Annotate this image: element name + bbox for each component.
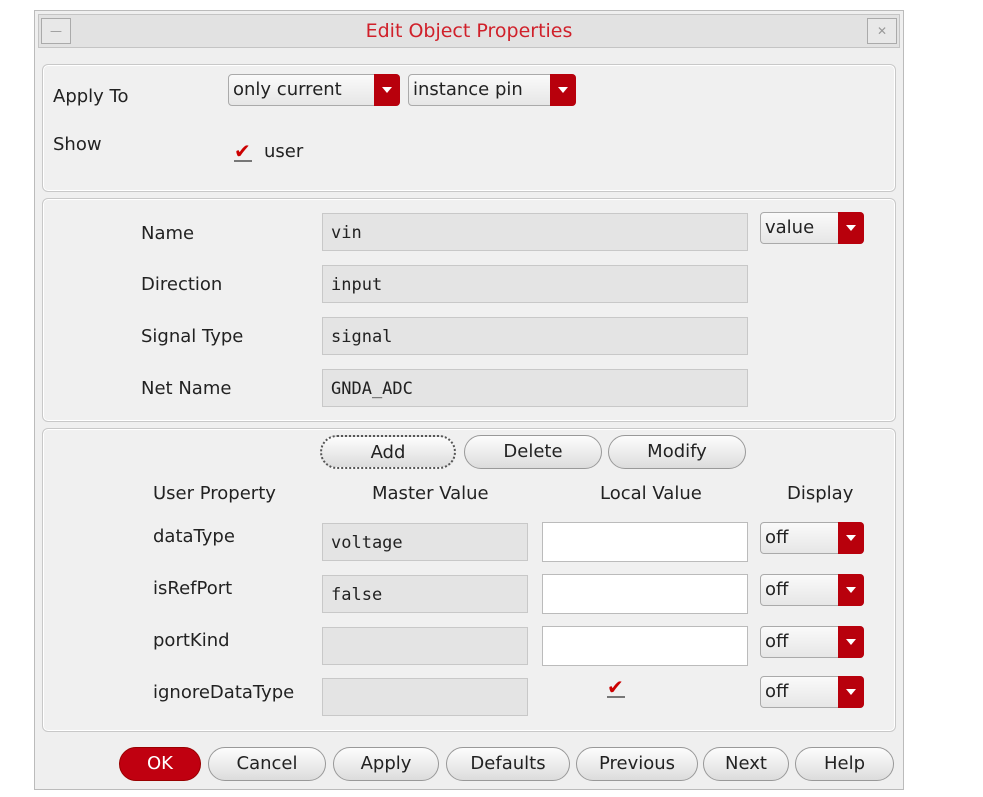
attr-mode-select[interactable]: value [760,212,864,244]
chevron-down-icon [550,74,576,106]
direction-field[interactable]: input [322,265,748,303]
display-value: off [765,527,789,548]
name-field[interactable]: vin [322,213,748,251]
display-select[interactable]: off [760,676,864,708]
ok-button[interactable]: OK [119,747,201,781]
cancel-button[interactable]: Cancel [208,747,326,781]
master-value [322,627,528,665]
chevron-down-icon [374,74,400,106]
display-select[interactable]: off [760,574,864,606]
prop-name: isRefPort [153,578,233,599]
chevron-down-icon [838,574,864,606]
next-button[interactable]: Next [703,747,789,781]
net-name-field[interactable]: GNDA_ADC [322,369,748,407]
master-value [322,678,528,716]
header-display: Display [787,483,854,504]
add-button[interactable]: Add [320,435,456,469]
delete-button[interactable]: Delete [464,435,602,469]
display-value: off [765,631,789,652]
apply-type-select[interactable]: instance pin [408,74,576,106]
attr-label-direction: Direction [141,274,223,295]
display-select[interactable]: off [760,522,864,554]
local-value-input[interactable] [542,522,748,562]
attr-label-name: Name [141,223,195,244]
apply-scope-value: only current [233,79,342,100]
apply-to-label: Apply To [53,86,129,107]
show-user-checkbox[interactable]: ✔ [234,141,252,162]
defaults-button[interactable]: Defaults [446,747,570,781]
attr-mode-value: value [765,217,815,238]
window-title: Edit Object Properties [365,20,573,42]
modify-button[interactable]: Modify [608,435,746,469]
previous-button[interactable]: Previous [576,747,698,781]
header-user-property: User Property [153,483,276,504]
display-value: off [765,681,789,702]
local-value-input[interactable] [542,574,748,614]
master-value: false [322,575,528,613]
attr-label-net-name: Net Name [141,378,232,399]
prop-name: dataType [153,526,235,547]
prop-name: portKind [153,630,230,651]
help-button[interactable]: Help [795,747,894,781]
apply-type-value: instance pin [413,79,523,100]
display-value: off [765,579,789,600]
master-value: voltage [322,523,528,561]
show-user-label: user [264,141,304,162]
header-master-value: Master Value [372,483,489,504]
apply-button[interactable]: Apply [333,747,439,781]
local-value-input[interactable] [542,626,748,666]
chevron-down-icon [838,522,864,554]
chevron-down-icon [838,212,864,244]
close-button[interactable]: ✕ [867,18,897,44]
prop-name: ignoreDataType [153,682,295,703]
display-select[interactable]: off [760,626,864,658]
title-bar[interactable]: — Edit Object Properties ✕ [38,14,900,48]
signal-type-field[interactable]: signal [322,317,748,355]
show-label: Show [53,134,102,155]
attr-label-signal-type: Signal Type [141,326,244,347]
chevron-down-icon [838,626,864,658]
header-local-value: Local Value [600,483,702,504]
local-value-checkbox[interactable]: ✔ [607,677,625,698]
apply-scope-select[interactable]: only current [228,74,400,106]
chevron-down-icon [838,676,864,708]
